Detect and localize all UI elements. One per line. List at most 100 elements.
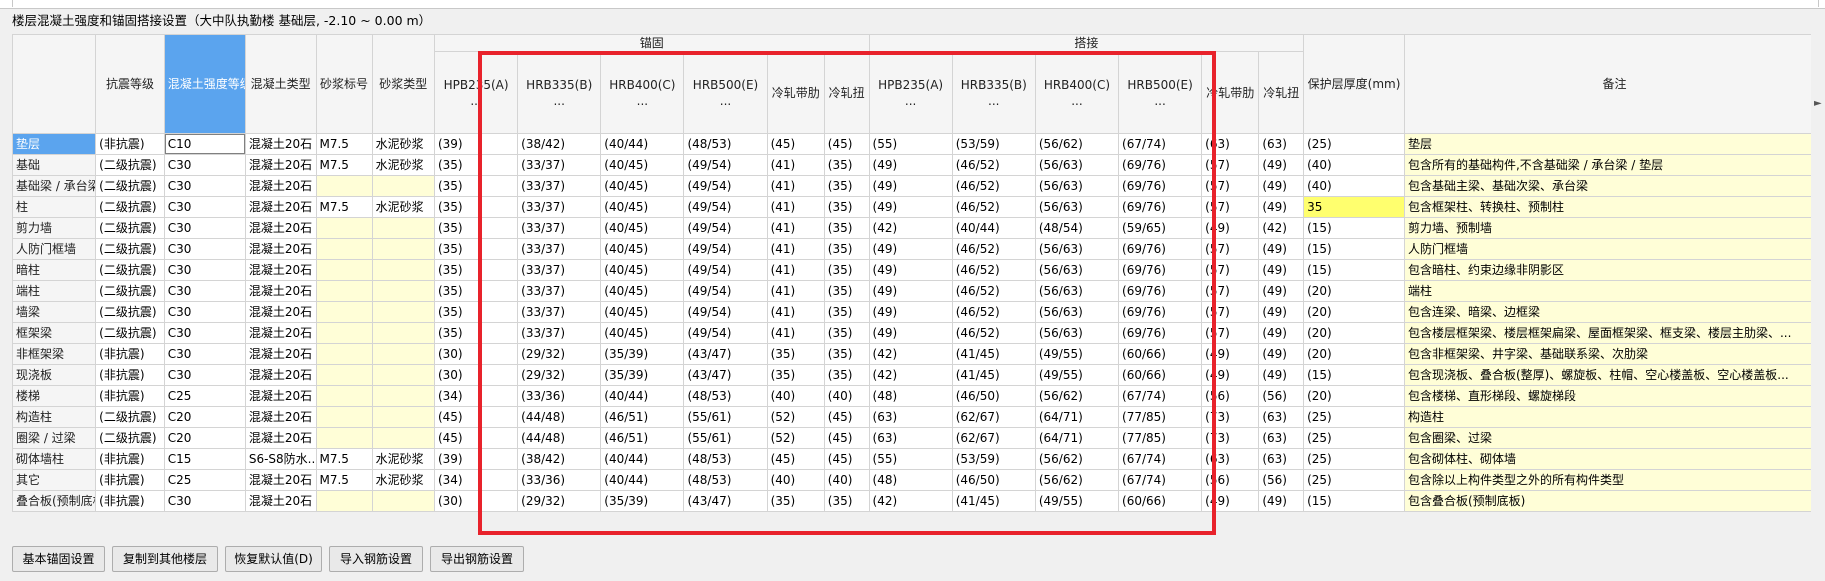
cell-mortar-grade[interactable]: M7.5: [315, 196, 373, 218]
cell-lap[interactable]: (77/85): [1118, 406, 1203, 428]
cell-anchor[interactable]: (49/54): [683, 175, 768, 197]
cell-anchor[interactable]: (35): [823, 280, 870, 302]
cell-concrete-type[interactable]: 混凝土20石: [244, 133, 317, 155]
cell-lap[interactable]: (49): [1258, 490, 1305, 512]
cell-cover[interactable]: (40): [1303, 154, 1405, 176]
cell-lap[interactable]: (46/52): [951, 280, 1036, 302]
cell-cover[interactable]: (20): [1303, 280, 1405, 302]
cell-seismic[interactable]: (非抗震): [95, 343, 165, 365]
table-row[interactable]: 构造柱 (二级抗震) C20 混凝土20石 (45) (44/48) (46/51) (55/…: [12, 406, 1817, 428]
cell-concrete-type[interactable]: 混凝土20石: [244, 364, 317, 386]
cell-lap[interactable]: (69/76): [1118, 301, 1203, 323]
cell-anchor[interactable]: (35): [433, 301, 519, 323]
col-header-anchor-crb[interactable]: 冷轧带肋: [766, 51, 825, 134]
row-header[interactable]: 其它: [12, 469, 97, 491]
cell-anchor[interactable]: (46/51): [600, 427, 685, 449]
cell-mortar-type[interactable]: [371, 175, 435, 197]
cell-mortar-type[interactable]: [371, 343, 435, 365]
cell-lap[interactable]: (60/66): [1118, 343, 1203, 365]
cell-mortar-type[interactable]: [371, 259, 435, 281]
cell-anchor[interactable]: (41): [766, 217, 825, 239]
vertical-scrollbar[interactable]: ►: [1811, 34, 1825, 512]
cell-lap[interactable]: (46/52): [951, 154, 1036, 176]
cell-lap[interactable]: (69/76): [1118, 259, 1203, 281]
cell-seismic[interactable]: (非抗震): [95, 364, 165, 386]
cell-anchor[interactable]: (49/54): [683, 154, 768, 176]
cell-anchor[interactable]: (33/37): [517, 301, 602, 323]
cell-note[interactable]: 构造柱: [1403, 406, 1817, 428]
table-row[interactable]: 墙梁 (二级抗震) C30 混凝土20石 (35) (33/37) (40/45) (49/5…: [12, 301, 1817, 323]
cell-seismic[interactable]: (非抗震): [95, 385, 165, 407]
cell-anchor[interactable]: (30): [433, 490, 519, 512]
cell-lap[interactable]: (67/74): [1118, 385, 1203, 407]
cell-anchor[interactable]: (40/44): [600, 448, 685, 470]
cell-cover[interactable]: (25): [1303, 406, 1405, 428]
table-row[interactable]: 砌体墙柱 (非抗震) C15 S6-S8防水... M7.5 水泥砂浆 (39) (38/42…: [12, 448, 1817, 470]
cell-anchor[interactable]: (40/44): [600, 133, 685, 155]
cell-concrete-type[interactable]: 混凝土20石: [244, 175, 317, 197]
cell-anchor[interactable]: (40): [766, 385, 825, 407]
cell-strength[interactable]: C30: [163, 238, 246, 260]
table-row[interactable]: 其它 (非抗震) C25 混凝土20石 M7.5 水泥砂浆 (34) (33/36) (40/4…: [12, 469, 1817, 491]
cell-lap[interactable]: (46/50): [951, 469, 1036, 491]
row-header[interactable]: 墙梁: [12, 301, 97, 323]
cell-mortar-type[interactable]: 水泥砂浆: [371, 196, 435, 218]
cell-lap[interactable]: (63): [1258, 406, 1305, 428]
table-row[interactable]: 柱 (二级抗震) C30 混凝土20石 M7.5 水泥砂浆 (35) (33/37) (40/4…: [12, 196, 1817, 218]
cell-lap[interactable]: (49): [1258, 343, 1305, 365]
col-header-anchor-crt[interactable]: 冷轧扭: [823, 51, 870, 134]
cell-strength[interactable]: C30: [163, 343, 246, 365]
cell-lap[interactable]: (63): [1258, 448, 1305, 470]
cell-lap[interactable]: (62/67): [951, 406, 1036, 428]
cell-cover[interactable]: (15): [1303, 259, 1405, 281]
cell-anchor[interactable]: (33/37): [517, 196, 602, 218]
cell-cover[interactable]: (25): [1303, 427, 1405, 449]
table-row[interactable]: 楼梯 (非抗震) C25 混凝土20石 (34) (33/36) (40/44) (48/53…: [12, 385, 1817, 407]
cell-note[interactable]: 人防门框墙: [1403, 238, 1817, 260]
cell-lap[interactable]: (57): [1201, 259, 1260, 281]
cell-concrete-type[interactable]: 混凝土20石: [244, 154, 317, 176]
cell-anchor[interactable]: (45): [766, 133, 825, 155]
cell-anchor[interactable]: (52): [766, 427, 825, 449]
cell-lap[interactable]: (56/63): [1034, 322, 1120, 344]
cell-lap[interactable]: (56): [1201, 469, 1260, 491]
cell-lap[interactable]: (56/63): [1034, 238, 1120, 260]
cell-anchor[interactable]: (43/47): [683, 364, 768, 386]
cell-concrete-type[interactable]: 混凝土20石: [244, 217, 317, 239]
cell-concrete-type[interactable]: 混凝土20石: [244, 238, 317, 260]
col-header-anchor-hrb335[interactable]: HRB335(B) ...: [517, 51, 602, 134]
cell-anchor[interactable]: (48/53): [683, 469, 768, 491]
cell-lap[interactable]: (69/76): [1118, 154, 1203, 176]
cell-anchor[interactable]: (49/54): [683, 322, 768, 344]
cell-seismic[interactable]: (非抗震): [95, 490, 165, 512]
cell-lap[interactable]: (42): [868, 217, 953, 239]
cell-lap[interactable]: (46/52): [951, 238, 1036, 260]
cell-lap[interactable]: (46/52): [951, 259, 1036, 281]
cell-lap[interactable]: (49): [868, 154, 953, 176]
cell-anchor[interactable]: (40): [823, 469, 870, 491]
export-rebar-button[interactable]: 导出钢筋设置: [430, 546, 524, 572]
basic-anchor-settings-button[interactable]: 基本锚固设置: [12, 546, 105, 572]
cell-lap[interactable]: (57): [1201, 175, 1260, 197]
concrete-anchor-lap-table[interactable]: 抗震等级 混凝土强度等级 混凝土类型 砂浆标号 砂浆类型 锚固 搭接 保护层厚度…: [12, 34, 1817, 512]
cell-lap[interactable]: (41/45): [951, 364, 1036, 386]
cell-anchor[interactable]: (45): [823, 427, 870, 449]
cell-lap[interactable]: (49): [1258, 322, 1305, 344]
col-header-lap-crb[interactable]: 冷轧带肋: [1201, 51, 1260, 134]
table-row[interactable]: 框架梁 (二级抗震) C30 混凝土20石 (35) (33/37) (40/45) (49/…: [12, 322, 1817, 344]
cell-anchor[interactable]: (34): [433, 385, 519, 407]
cell-concrete-type[interactable]: 混凝土20石: [244, 427, 317, 449]
cell-mortar-grade[interactable]: [315, 238, 373, 260]
cell-note[interactable]: 包含圈梁、过梁: [1403, 427, 1817, 449]
cell-anchor[interactable]: (40/45): [600, 301, 685, 323]
cell-lap[interactable]: (69/76): [1118, 175, 1203, 197]
cell-cover[interactable]: (20): [1303, 322, 1405, 344]
cell-lap[interactable]: (46/52): [951, 322, 1036, 344]
cell-lap[interactable]: (67/74): [1118, 133, 1203, 155]
row-header[interactable]: 剪力墙: [12, 217, 97, 239]
cell-anchor[interactable]: (30): [433, 364, 519, 386]
cell-lap[interactable]: (49): [1258, 175, 1305, 197]
cell-lap[interactable]: (77/85): [1118, 427, 1203, 449]
cell-anchor[interactable]: (40/45): [600, 217, 685, 239]
cell-lap[interactable]: (60/66): [1118, 364, 1203, 386]
